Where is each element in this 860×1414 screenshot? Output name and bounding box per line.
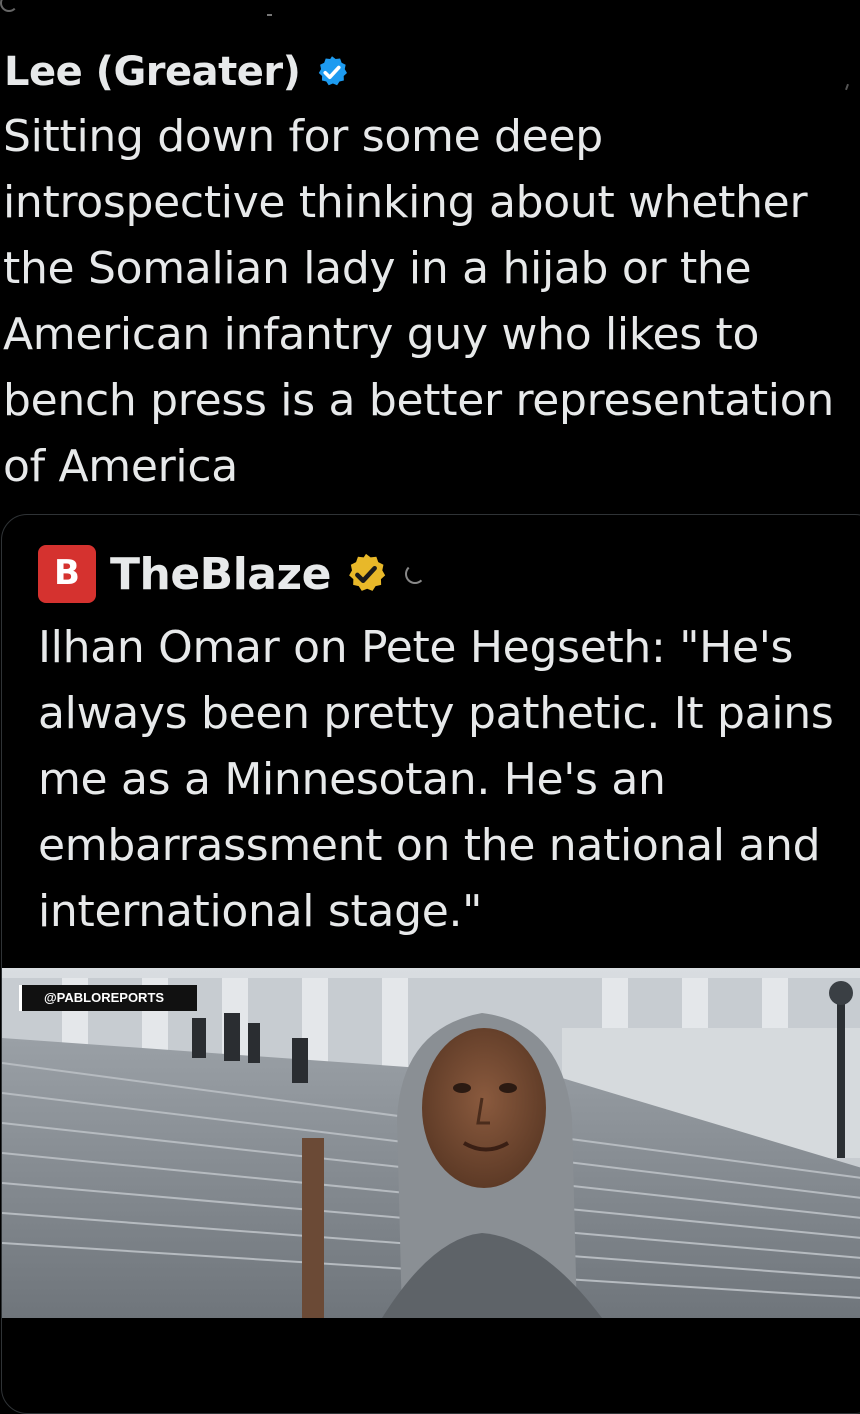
- back-arrow-icon[interactable]: [0, 0, 18, 12]
- author-name[interactable]: Lee (Greater): [4, 49, 301, 95]
- divider: [267, 14, 272, 16]
- quoted-author-name[interactable]: TheBlaze: [110, 549, 331, 600]
- gold-verified-badge-icon: [349, 553, 386, 591]
- quoted-tweet-media[interactable]: @PABLOREPORTS: [2, 968, 860, 1318]
- avatar-letter: B: [54, 553, 80, 593]
- tweet-author[interactable]: Lee (Greater): [4, 46, 350, 98]
- theblaze-avatar[interactable]: B: [38, 545, 96, 603]
- tweet-text: Sitting down for some deep introspective…: [3, 111, 834, 492]
- top-status-area: [0, 0, 860, 28]
- media-watermark: @PABLOREPORTS: [19, 985, 197, 1011]
- quoted-tweet-header: B TheBlaze: [38, 545, 425, 603]
- loading-spinner-icon: [404, 564, 425, 584]
- video-still-image: [2, 968, 860, 1318]
- quoted-tweet-text: Ilhan Omar on Pete Hegseth: "He's always…: [38, 622, 834, 937]
- quoted-tweet-card[interactable]: B TheBlaze Ilhan Omar on Pete Hegseth: "…: [1, 514, 860, 1414]
- blue-verified-badge-icon: [319, 56, 348, 86]
- overflow-mark: [845, 83, 849, 91]
